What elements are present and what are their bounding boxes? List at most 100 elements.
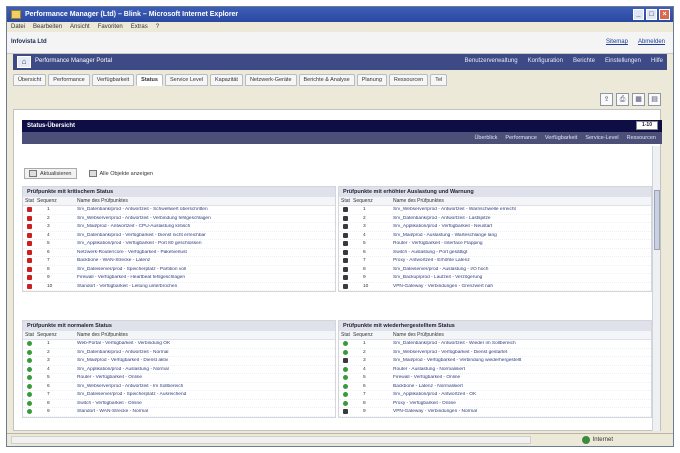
checkpoint-link[interactable]: Srv_Datenbank/prod - Antwortzeit - Lasts… <box>393 216 651 221</box>
checkpoint-link[interactable]: Router - Auslastung - Normalisiert <box>393 367 651 372</box>
export-icon[interactable]: ⇪ <box>600 93 613 106</box>
subtab-overview[interactable]: Überblick <box>474 135 497 141</box>
table-icon[interactable]: ▦ <box>632 93 645 106</box>
table-row[interactable]: 2 Srv_Datenbank/prod - Antwortzeit - Last… <box>339 215 651 223</box>
table-row[interactable]: 6 Backbone - Latenz - Normalisiert <box>339 383 651 391</box>
menu-hilfe[interactable]: ? <box>156 22 159 32</box>
table-row[interactable]: 4 Srv_Applikation/prod - Auslastung - Nor… <box>23 366 335 374</box>
checkpoint-link[interactable]: Srv_Mail/prod - Antwortzeit - CPU-Auslas… <box>77 224 335 229</box>
checkpoint-link[interactable]: Srv_Datenbank/prod - Antwortzeit - Wiede… <box>393 341 651 346</box>
subtab-service-level[interactable]: Service-Level <box>585 135 618 141</box>
tab-availability[interactable]: Verfügbarkeit <box>91 74 135 86</box>
close-button[interactable]: × <box>659 9 670 20</box>
column-header-seq[interactable]: Sequenz <box>353 197 393 205</box>
home-icon[interactable]: ⌂ <box>17 56 31 68</box>
checkpoint-link[interactable]: Srv_Datenbank/prod - Verfügbarkeit - Die… <box>77 233 335 238</box>
checkpoint-link[interactable]: Srv_Dateiserver/prod - Speicherplatz - P… <box>77 267 335 272</box>
menu-extras[interactable]: Extras <box>131 22 148 32</box>
checkpoint-link[interactable]: Srv_Backup/prod - Laufzeit - Verzögerung <box>393 275 651 280</box>
checkpoint-link[interactable]: Proxy - Verfügbarkeit - Online <box>393 401 651 406</box>
table-row[interactable]: 7 Srv_Applikation/prod - Antwortzeit - OK <box>339 391 651 400</box>
table-row[interactable]: 8 Switch - Verfügbarkeit - Online <box>23 400 335 408</box>
checkpoint-link[interactable]: Srv_Applikation/prod - Antwortzeit - OK <box>393 392 651 397</box>
table-row[interactable]: 1 Srv_Datenbank/prod - Antwortzeit - Schw… <box>23 206 335 215</box>
table-row[interactable]: 3 Srv_Applikation/prod - Verfügbarkeit - … <box>339 223 651 232</box>
table-row[interactable]: 1 Srv_Webserver/prod - Antwortzeit - Warn… <box>339 206 651 215</box>
table-row[interactable]: 3 Srv_Mail/prod - Antwortzeit - CPU-Ausla… <box>23 223 335 232</box>
subtab-availability[interactable]: Verfügbarkeit <box>545 135 577 141</box>
menu-ansicht[interactable]: Ansicht <box>70 22 90 32</box>
table-row[interactable]: 3 Srv_Mail/prod - Verfügbarkeit - Dienst … <box>23 357 335 366</box>
tab-overview[interactable]: Übersicht <box>13 74 47 86</box>
show-all-link[interactable]: Alle Objekte anzeigen <box>88 170 153 177</box>
column-header-name[interactable]: Name des Prüfpunktes <box>77 197 335 205</box>
minimize-button[interactable]: _ <box>633 9 644 20</box>
table-row[interactable]: 5 Srv_Applikation/prod - Verfügbarkeit - … <box>23 240 335 249</box>
table-row[interactable]: 7 Srv_Dateiserver/prod - Speicherplatz - … <box>23 391 335 400</box>
table-row[interactable]: 6 Netzwerk-Router/core - Verfügbarkeit - … <box>23 249 335 257</box>
checkpoint-link[interactable]: Srv_Applikation/prod - Verfügbarkeit - P… <box>77 241 335 246</box>
tab-status[interactable]: Status <box>136 74 163 86</box>
checkpoint-link[interactable]: Backbone - WAN-Strecke - Latenz <box>77 258 335 263</box>
tab-capacity[interactable]: Kapazität <box>210 74 243 86</box>
column-header-name[interactable]: Name des Prüfpunktes <box>77 331 335 339</box>
table-row[interactable]: 5 Router - Verfügbarkeit - Online <box>23 374 335 383</box>
checkpoint-link[interactable]: Srv_Datenbank/prod - Antwortzeit - Norma… <box>77 350 335 355</box>
table-row[interactable]: 2 Srv_Webserver/prod - Antwortzeit - Verb… <box>23 215 335 223</box>
checkpoint-link[interactable]: Firewall - Verfügbarkeit - Online <box>393 375 651 380</box>
checkpoint-link[interactable]: Backbone - Latenz - Normalisiert <box>393 384 651 389</box>
table-row[interactable]: 4 Srv_Datenbank/prod - Verfügbarkeit - Di… <box>23 232 335 240</box>
subtab-resources[interactable]: Ressourcen <box>627 135 656 141</box>
column-header-name[interactable]: Name des Prüfpunktes <box>393 197 651 205</box>
table-row[interactable]: 2 Srv_Datenbank/prod - Antwortzeit - Norm… <box>23 349 335 357</box>
table-row[interactable]: 9 VPN-Gateway - Verbindungen - Normal <box>339 408 651 417</box>
page-range-field[interactable]: 1-10 <box>636 121 658 130</box>
table-row[interactable]: 6 Srv_Webserver/prod - Antwortzeit - Im S… <box>23 383 335 391</box>
nav-link-reports[interactable]: Berichte <box>573 58 595 64</box>
checkpoint-link[interactable]: Router - Verfügbarkeit - Interface Flapp… <box>393 241 651 246</box>
column-header-status[interactable]: Stat <box>23 197 37 205</box>
checkpoint-link[interactable]: Web-Portal - Verfügbarkeit - Verbindung … <box>77 341 335 346</box>
horizontal-scrollbar[interactable] <box>11 436 531 444</box>
checkpoint-link[interactable]: Srv_Mail/prod - Verfügbarkeit - Verbindu… <box>393 358 651 363</box>
table-row[interactable]: 10 VPN-Gateway - Verbindungen - Grenzwert… <box>339 283 651 291</box>
menu-datei[interactable]: Datei <box>11 22 25 32</box>
checkpoint-link[interactable]: Netzwerk-Router/core - Verfügbarkeit - P… <box>77 250 335 255</box>
tab-service-level[interactable]: Service Level <box>164 74 208 86</box>
table-row[interactable]: 9 Srv_Backup/prod - Laufzeit - Verzögerun… <box>339 274 651 283</box>
tab-network-devices[interactable]: Netzwerk-Geräte <box>244 74 297 86</box>
nav-link-config[interactable]: Konfiguration <box>528 58 563 64</box>
checkpoint-link[interactable]: Standort - Verfügbarkeit - Leitung unter… <box>77 284 335 289</box>
table-row[interactable]: 3 Srv_Mail/prod - Verfügbarkeit - Verbind… <box>339 357 651 366</box>
table-row[interactable]: 6 Switch - Auslastung - Port gesättigt <box>339 249 651 257</box>
table-row[interactable]: 7 Backbone - WAN-Strecke - Latenz <box>23 257 335 266</box>
checkpoint-link[interactable]: Standort - WAN-Strecke - Normal <box>77 409 335 414</box>
table-row[interactable]: 8 Srv_Dateiserver/prod - Speicherplatz - … <box>23 266 335 274</box>
table-row[interactable]: 8 Proxy - Verfügbarkeit - Online <box>339 400 651 408</box>
checkpoint-link[interactable]: Proxy - Antwortzeit - Erhöhte Latenz <box>393 258 651 263</box>
column-header-name[interactable]: Name des Prüfpunktes <box>393 331 651 339</box>
checkpoint-link[interactable]: Srv_Webserver/prod - Verfügbarkeit - Die… <box>393 350 651 355</box>
nav-link-users[interactable]: Benutzerverwaltung <box>465 58 518 64</box>
checkpoint-link[interactable]: Srv_Applikation/prod - Auslastung - Norm… <box>77 367 335 372</box>
column-header-status[interactable]: Stat <box>23 331 37 339</box>
nav-link-settings[interactable]: Einstellungen <box>605 58 641 64</box>
tab-performance[interactable]: Performance <box>48 74 90 86</box>
checkpoint-link[interactable]: Router - Verfügbarkeit - Online <box>77 375 335 380</box>
scroll-thumb[interactable] <box>654 190 660 250</box>
checkpoint-link[interactable]: Srv_Mail/prod - Verfügbarkeit - Dienst a… <box>77 358 335 363</box>
maximize-button[interactable]: □ <box>646 9 657 20</box>
checkpoint-link[interactable]: Srv_Mail/prod - Auslastung - Warteschlan… <box>393 233 651 238</box>
menu-favoriten[interactable]: Favoriten <box>98 22 123 32</box>
table-row[interactable]: 7 Proxy - Antwortzeit - Erhöhte Latenz <box>339 257 651 266</box>
column-header-seq[interactable]: Sequenz <box>37 331 77 339</box>
checkpoint-link[interactable]: Firewall - Verfügbarkeit - Heartbeat feh… <box>77 275 335 280</box>
tab-planning[interactable]: Planung <box>356 74 387 86</box>
table-row[interactable]: 1 Web-Portal - Verfügbarkeit - Verbindung… <box>23 340 335 349</box>
column-header-status[interactable]: Stat <box>339 197 353 205</box>
checkpoint-link[interactable]: Srv_Webserver/prod - Antwortzeit - Warns… <box>393 207 651 212</box>
table-row[interactable]: 4 Router - Auslastung - Normalisiert <box>339 366 651 374</box>
table-row[interactable]: 1 Srv_Datenbank/prod - Antwortzeit - Wied… <box>339 340 651 349</box>
column-header-seq[interactable]: Sequenz <box>353 331 393 339</box>
table-row[interactable]: 2 Srv_Webserver/prod - Verfügbarkeit - Di… <box>339 349 651 357</box>
